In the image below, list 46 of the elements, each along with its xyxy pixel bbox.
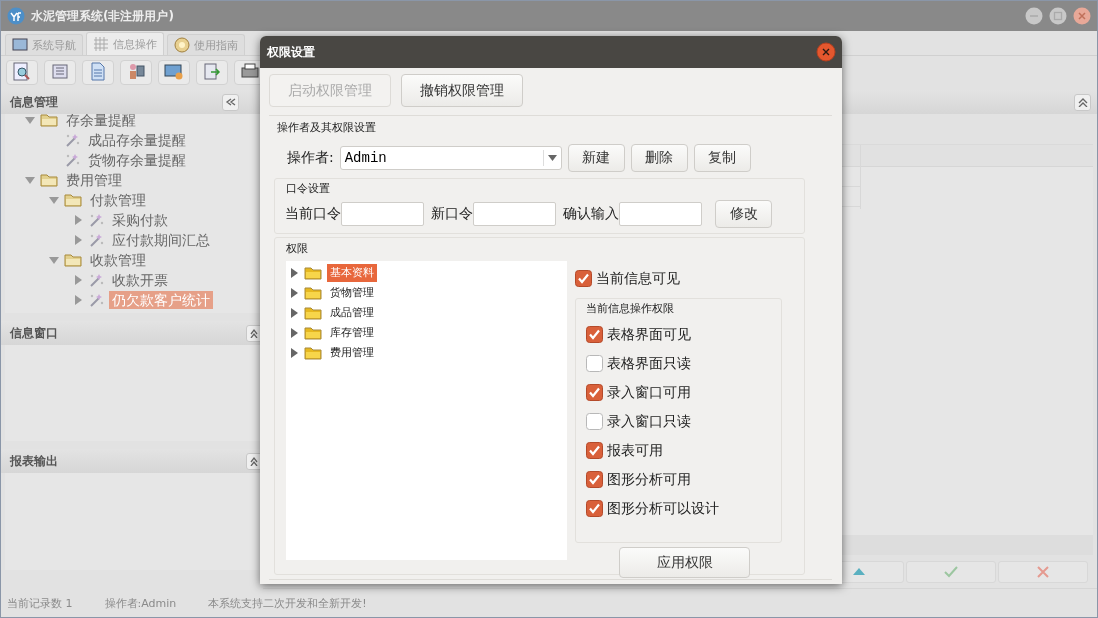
tree-item[interactable]: 付款管理 bbox=[87, 191, 149, 209]
status-text: 操作者:Admin bbox=[104, 595, 177, 611]
checkbox-label: 当前信息可见 bbox=[596, 269, 680, 288]
apply-button[interactable]: 应用权限 bbox=[619, 547, 750, 578]
field-label: 操作者: bbox=[287, 148, 334, 167]
group-title: 口令设置 bbox=[286, 181, 331, 196]
field-label: 当前口令 bbox=[285, 205, 341, 223]
tree-item[interactable]: 收款开票 bbox=[109, 271, 171, 289]
action-button[interactable]: 删除 bbox=[630, 143, 688, 172]
tree-item[interactable]: 货物存余量提醒 bbox=[85, 151, 189, 169]
tree-item[interactable]: 应付款期间汇总 bbox=[109, 231, 213, 249]
group-title: 当前信息操作权限 bbox=[586, 301, 675, 316]
group-title: 权限 bbox=[286, 241, 309, 256]
action-button[interactable]: 复制 bbox=[693, 143, 751, 172]
tree-item[interactable]: 成品管理 bbox=[327, 304, 377, 322]
window-title: 水泥管理系统(非注册用户) bbox=[31, 7, 175, 25]
tree-item[interactable]: 基本资料 bbox=[327, 264, 377, 282]
modify-button[interactable]: 修改 bbox=[715, 200, 772, 228]
tab[interactable]: 信息操作 bbox=[86, 32, 164, 55]
tree-item[interactable]: 费用管理 bbox=[63, 171, 125, 189]
operator-dropdown[interactable]: Admin bbox=[339, 145, 562, 170]
checkbox-label: 图形分析可以设计 bbox=[607, 499, 719, 518]
tree-item[interactable]: 采购付款 bbox=[109, 211, 171, 229]
tree-item[interactable]: 存余量提醒 bbox=[63, 114, 139, 129]
action-button[interactable]: 新建 bbox=[567, 143, 625, 172]
field-label: 新口令 bbox=[431, 205, 473, 223]
status-text: 本系统支持二次开发和全新开发! bbox=[208, 595, 367, 611]
checkbox-label: 报表可用 bbox=[607, 441, 663, 460]
tree-item[interactable]: 费用管理 bbox=[327, 344, 377, 362]
group-title: 操作者及其权限设置 bbox=[277, 120, 377, 135]
mode-button[interactable]: 撤销权限管理 bbox=[401, 74, 523, 107]
checkbox-label: 录入窗口可用 bbox=[607, 383, 691, 402]
panel-title: 信息窗口 bbox=[10, 324, 58, 342]
status-text: 当前记录数 1 bbox=[7, 595, 73, 611]
checkbox-label: 录入窗口只读 bbox=[607, 412, 691, 431]
checkbox-label: 表格界面可见 bbox=[607, 325, 691, 344]
checkbox-label: 图形分析可用 bbox=[607, 470, 691, 489]
checkbox-label: 表格界面只读 bbox=[607, 354, 691, 373]
tree-item[interactable]: 货物管理 bbox=[327, 284, 377, 302]
tree-item[interactable]: 成品存余量提醒 bbox=[85, 131, 189, 149]
tree-item[interactable]: 收款管理 bbox=[87, 251, 149, 269]
panel-title: 报表输出 bbox=[10, 452, 58, 470]
dialog-title: 权限设置 bbox=[267, 43, 315, 61]
field-label: 确认输入 bbox=[563, 205, 619, 223]
panel-title: 信息管理 bbox=[10, 93, 58, 111]
tree-item[interactable]: 库存管理 bbox=[327, 324, 377, 342]
